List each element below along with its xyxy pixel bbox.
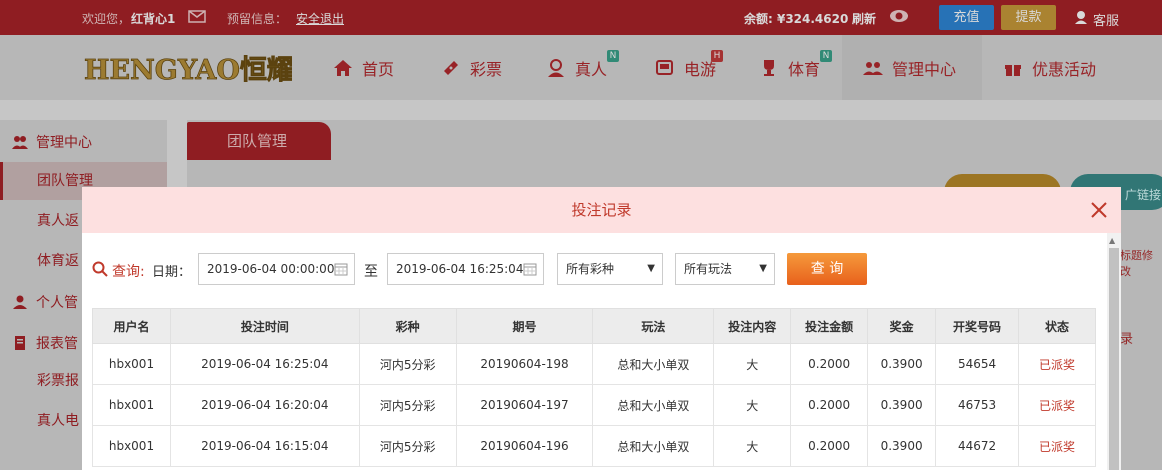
play-select-value: 所有玩法 — [684, 262, 733, 276]
scroll-up-icon[interactable]: ▲ — [1109, 236, 1115, 245]
column-header: 用户名 — [92, 308, 171, 344]
lottery-select-value: 所有彩种 — [566, 262, 615, 276]
calendar-icon[interactable] — [334, 262, 348, 276]
cell-play: 总和大小单双 — [592, 425, 715, 467]
column-header: 期号 — [455, 308, 594, 344]
chevron-down-icon: ▼ — [759, 263, 767, 274]
start-date-input[interactable]: 2019-06-04 00:00:00 — [198, 253, 355, 285]
table-row[interactable]: hbx001 2019-06-04 16:15:04 河内5分彩 2019060… — [92, 425, 1096, 467]
column-header: 投注内容 — [713, 308, 792, 344]
cell-draw-number: 44672 — [935, 425, 1019, 467]
cell-amount: 0.2000 — [790, 425, 869, 467]
cell-play: 总和大小单双 — [592, 343, 715, 385]
cell-play: 总和大小单双 — [592, 384, 715, 426]
cell-draw-number: 54654 — [935, 343, 1019, 385]
cell-lottery: 河内5分彩 — [358, 384, 457, 426]
bet-records-table: 用户名 投注时间 彩种 期号 玩法 投注内容 投注金额 奖金 开奖号码 状态 h… — [92, 308, 1096, 467]
end-date-input[interactable]: 2019-06-04 16:25:04 — [387, 253, 544, 285]
cell-username: hbx001 — [92, 384, 171, 426]
cell-issue: 20190604-198 — [455, 343, 594, 385]
calendar-icon[interactable] — [523, 262, 537, 276]
cell-content: 大 — [713, 425, 792, 467]
column-header: 状态 — [1018, 308, 1096, 344]
cell-issue: 20190604-196 — [455, 425, 594, 467]
start-date-value: 2019-06-04 00:00:00 — [207, 262, 335, 276]
cell-prize: 0.3900 — [867, 425, 937, 467]
column-header: 投注金额 — [790, 308, 869, 344]
cell-content: 大 — [713, 343, 792, 385]
cell-lottery: 河内5分彩 — [358, 343, 457, 385]
cell-content: 大 — [713, 384, 792, 426]
table-row[interactable]: hbx001 2019-06-04 16:20:04 河内5分彩 2019060… — [92, 384, 1096, 426]
date-label: 日期： — [152, 265, 192, 280]
table-header-row: 用户名 投注时间 彩种 期号 玩法 投注内容 投注金额 奖金 开奖号码 状态 — [92, 308, 1096, 344]
query-label: 查询: — [112, 264, 145, 280]
cell-bet-time: 2019-06-04 16:25:04 — [169, 343, 360, 385]
cell-prize: 0.3900 — [867, 343, 937, 385]
column-header: 奖金 — [867, 308, 937, 344]
lottery-type-select[interactable]: 所有彩种 ▼ — [557, 253, 663, 285]
close-icon[interactable] — [1089, 200, 1109, 220]
cell-amount: 0.2000 — [790, 343, 869, 385]
cell-status: 已派奖 — [1018, 384, 1096, 426]
cell-username: hbx001 — [92, 343, 171, 385]
cell-issue: 20190604-197 — [455, 384, 594, 426]
cell-lottery: 河内5分彩 — [358, 425, 457, 467]
table-row[interactable]: hbx001 2019-06-04 16:25:04 河内5分彩 2019060… — [92, 343, 1096, 385]
play-type-select[interactable]: 所有玩法 ▼ — [675, 253, 775, 285]
to-label: 至 — [364, 264, 378, 280]
column-header: 投注时间 — [169, 308, 360, 344]
cell-username: hbx001 — [92, 425, 171, 467]
cell-prize: 0.3900 — [867, 384, 937, 426]
modal-header: 投注记录 — [82, 187, 1121, 233]
column-header: 玩法 — [592, 308, 715, 344]
column-header: 开奖号码 — [935, 308, 1019, 344]
scrollbar-thumb[interactable] — [1109, 248, 1119, 470]
cell-bet-time: 2019-06-04 16:15:04 — [169, 425, 360, 467]
end-date-value: 2019-06-04 16:25:04 — [396, 262, 524, 276]
cell-bet-time: 2019-06-04 16:20:04 — [169, 384, 360, 426]
query-form: 查询: 日期： 2019-06-04 00:00:00 至 2019-06-04… — [82, 253, 1082, 285]
chevron-down-icon: ▼ — [647, 263, 655, 274]
search-icon — [92, 261, 108, 277]
query-button[interactable]: 查 询 — [787, 253, 867, 285]
bet-records-modal: 投注记录 查询: 日期： 2019-06-04 00:00:00 至 2019-… — [82, 187, 1121, 470]
cell-status: 已派奖 — [1018, 425, 1096, 467]
column-header: 彩种 — [358, 308, 457, 344]
cell-status: 已派奖 — [1018, 343, 1096, 385]
cell-amount: 0.2000 — [790, 384, 869, 426]
modal-title: 投注记录 — [571, 201, 632, 219]
cell-draw-number: 46753 — [935, 384, 1019, 426]
